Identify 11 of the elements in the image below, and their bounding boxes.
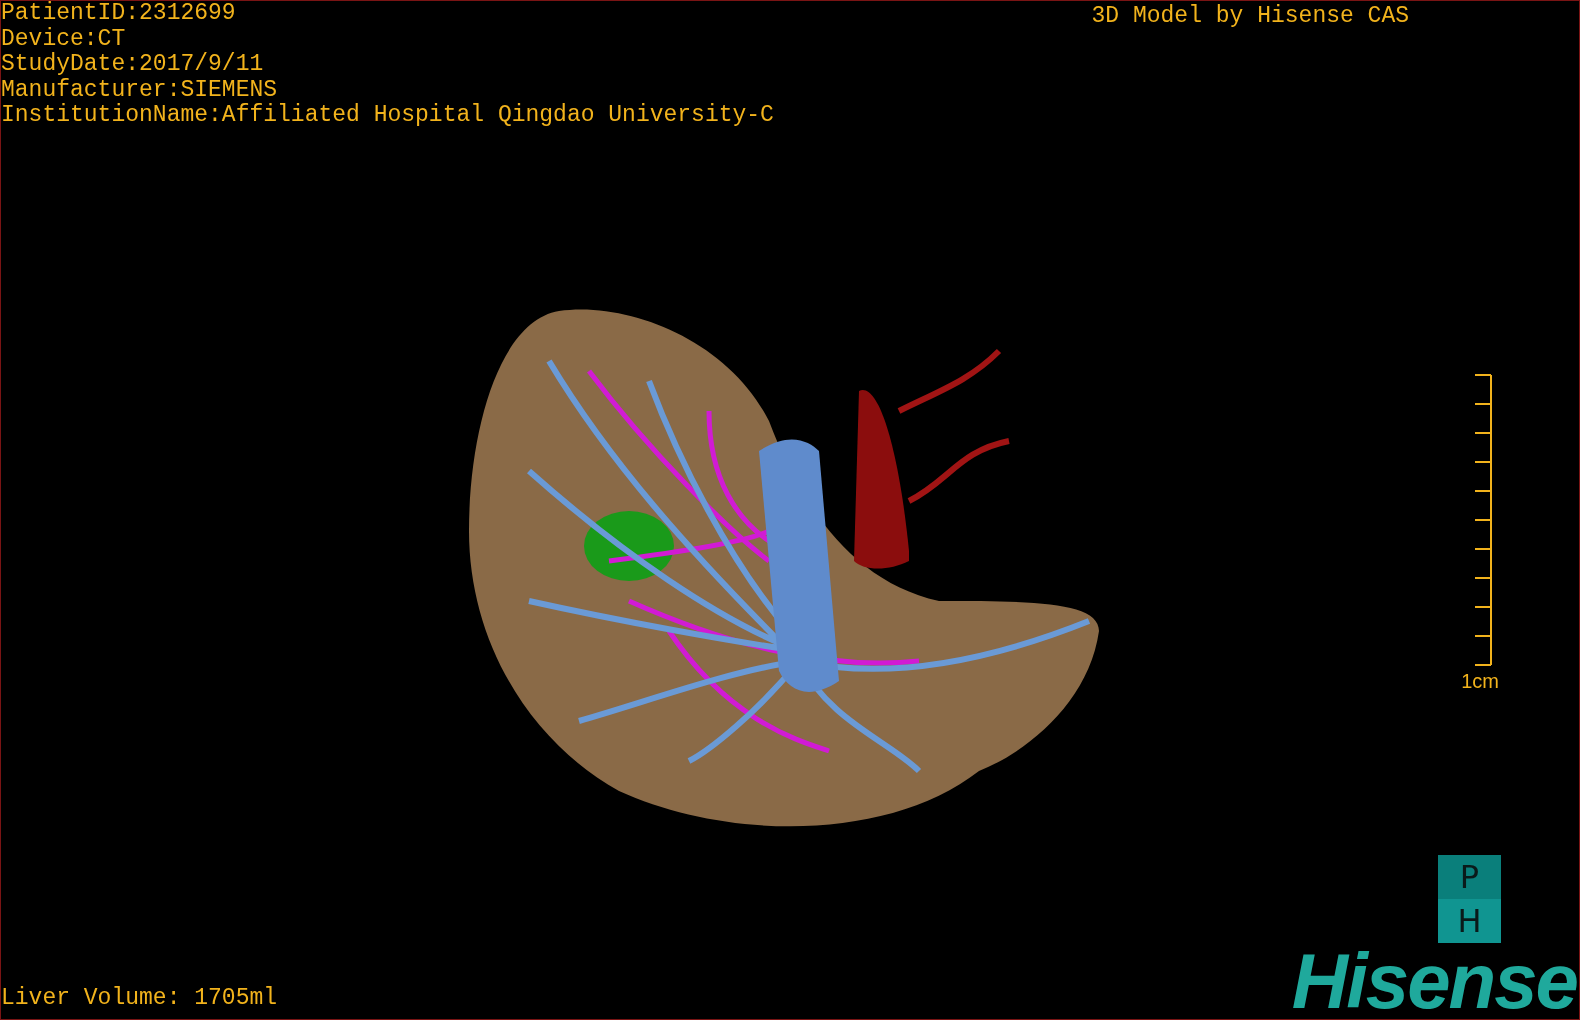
patient-info-line: Manufacturer:SIEMENS — [1, 77, 279, 103]
patient-info-line: PatientID:2312699 — [1, 1, 237, 27]
patient-info-line: Device:CT — [1, 26, 127, 52]
patient-info-line: InstitutionName:Affiliated Hospital Qingdao University-C — [1, 103, 774, 129]
scale-label: 1cm — [1461, 669, 1499, 693]
viewer-title: 3D Model by Hisense CAS — [1091, 2, 1409, 31]
patient-info-line: StudyDate:2017/9/11 — [1, 52, 265, 78]
logo-badge-letter: H — [1438, 899, 1501, 943]
liver-volume-text: Liver Volume: 1705ml — [1, 985, 278, 1011]
logo-wordmark: Hisense — [1291, 943, 1577, 1019]
logo-badge-letter: P — [1438, 855, 1501, 899]
